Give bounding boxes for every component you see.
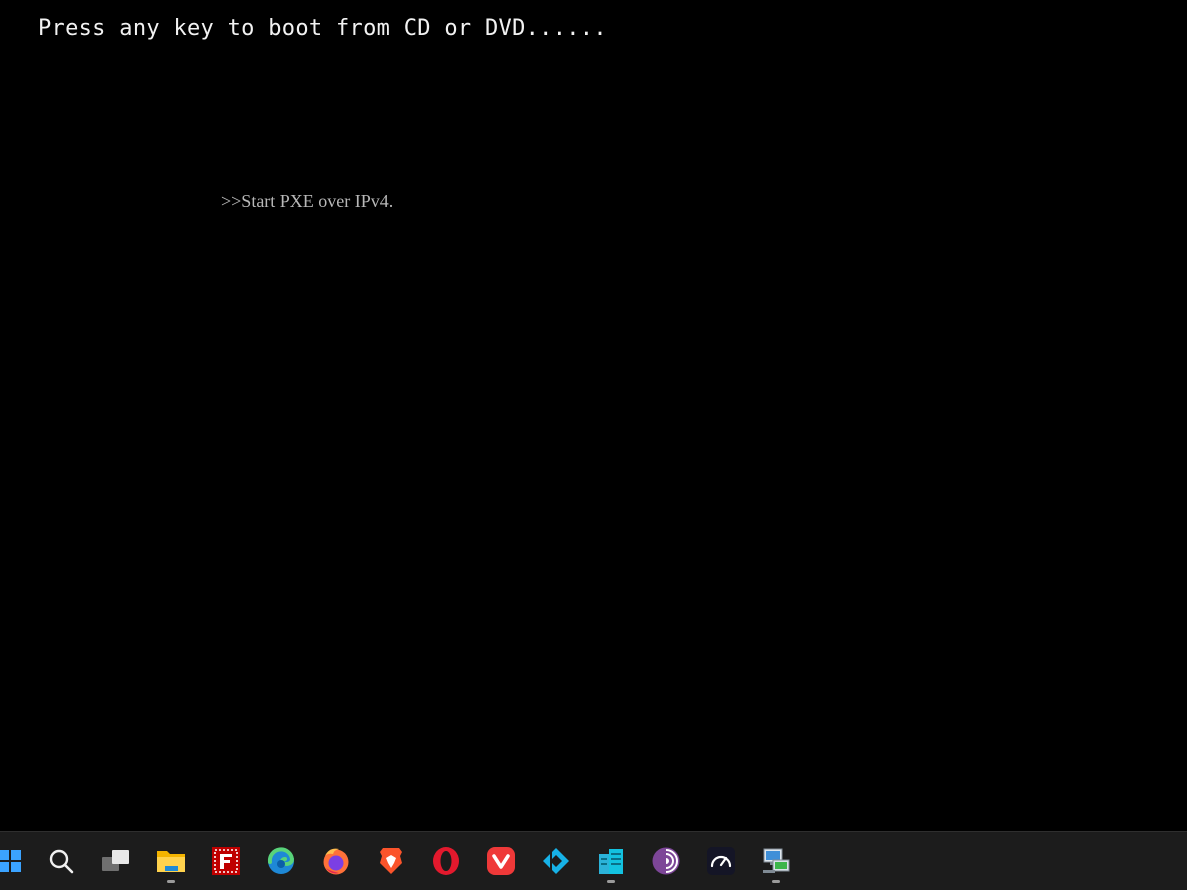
kodi-icon bbox=[543, 848, 569, 874]
edge-icon bbox=[267, 847, 295, 874]
firefox-icon bbox=[323, 848, 349, 875]
speedtest-icon bbox=[707, 847, 735, 875]
taskbar-tor-browser[interactable] bbox=[644, 839, 688, 883]
taskbar-brave[interactable] bbox=[369, 839, 413, 883]
network-computer-icon bbox=[763, 848, 790, 873]
start-button[interactable] bbox=[0, 839, 32, 883]
tor-browser-icon bbox=[652, 847, 680, 875]
taskbar bbox=[0, 831, 1187, 890]
search-button[interactable] bbox=[39, 839, 83, 883]
taskbar-database-app[interactable] bbox=[589, 839, 633, 883]
opera-icon bbox=[433, 847, 459, 875]
taskbar-opera[interactable] bbox=[424, 839, 468, 883]
taskbar-file-explorer[interactable] bbox=[149, 839, 193, 883]
taskbar-speedtest[interactable] bbox=[699, 839, 743, 883]
taskbar-filezilla[interactable] bbox=[204, 839, 248, 883]
file-explorer-icon bbox=[157, 851, 185, 872]
taskbar-network-app[interactable] bbox=[754, 839, 798, 883]
task-view-icon bbox=[102, 850, 129, 871]
filezilla-icon bbox=[212, 847, 240, 875]
running-indicator bbox=[772, 880, 780, 883]
database-app-icon bbox=[599, 849, 623, 874]
pxe-boot-message: >>Start PXE over IPv4. bbox=[221, 191, 394, 211]
search-icon bbox=[49, 849, 74, 874]
brave-icon bbox=[380, 848, 402, 874]
taskbar-firefox[interactable] bbox=[314, 839, 358, 883]
vm-console-display[interactable]: Press any key to boot from CD or DVD....… bbox=[0, 0, 1187, 831]
boot-prompt-text: Press any key to boot from CD or DVD....… bbox=[38, 16, 607, 41]
task-view-button[interactable] bbox=[94, 839, 138, 883]
running-indicator bbox=[167, 880, 175, 883]
windows-start-icon bbox=[0, 850, 21, 872]
taskbar-edge[interactable] bbox=[259, 839, 303, 883]
running-indicator bbox=[607, 880, 615, 883]
screen: Press any key to boot from CD or DVD....… bbox=[0, 0, 1187, 890]
vivaldi-icon bbox=[487, 847, 515, 875]
taskbar-vivaldi[interactable] bbox=[479, 839, 523, 883]
taskbar-kodi[interactable] bbox=[534, 839, 578, 883]
